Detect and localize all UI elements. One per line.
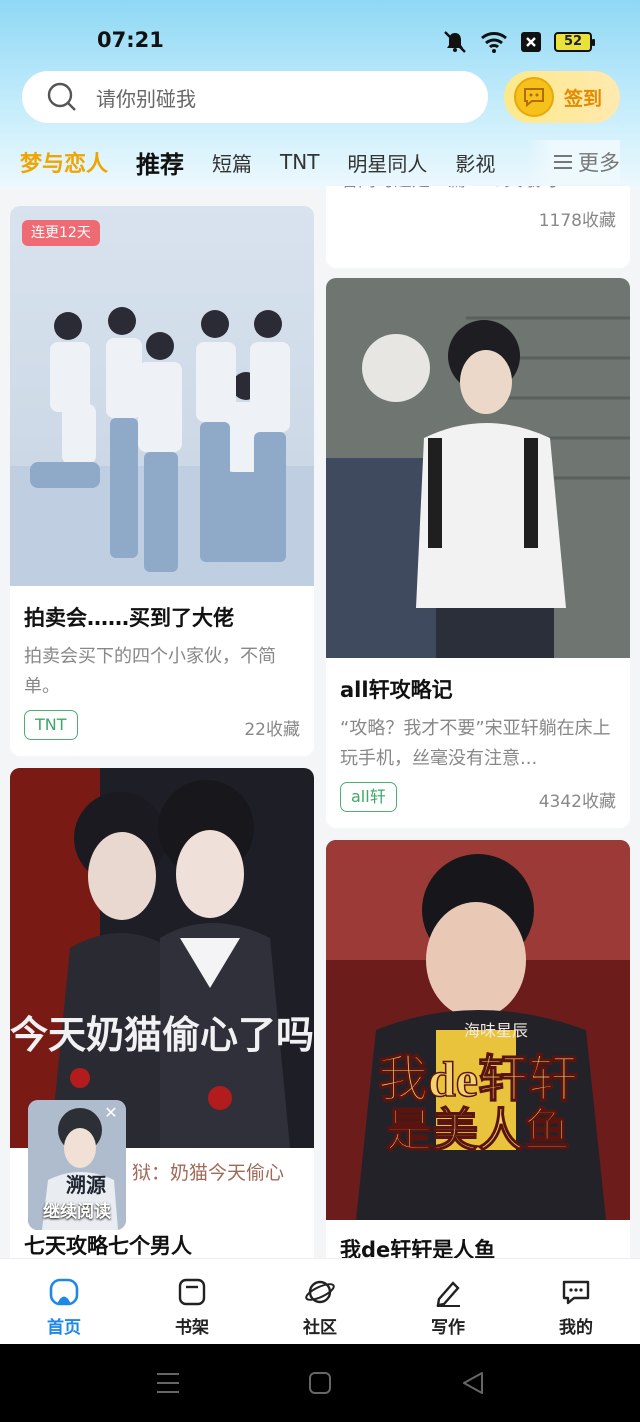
search-input[interactable]: 请你别碰我 xyxy=(22,71,488,123)
update-streak-badge: 连更12天 xyxy=(22,220,100,246)
nav-label: 社区 xyxy=(303,1318,337,1338)
continue-reading-label: 继续阅读 xyxy=(43,1202,111,1222)
cover-title-line-1: 我de轩轩 xyxy=(378,1051,578,1107)
tab-recommend[interactable]: 推荐 xyxy=(136,145,184,180)
nav-community[interactable]: 社区 xyxy=(256,1259,384,1344)
wifi-icon xyxy=(480,31,508,53)
checkin-button[interactable]: 签到 xyxy=(504,71,620,123)
nav-home[interactable]: 首页 xyxy=(0,1259,128,1344)
book-cover-image: 海味星辰 我de轩轩 是美人鱼 xyxy=(326,840,630,1220)
cover-title-text: 今天奶猫偷心了吗 xyxy=(10,1015,314,1057)
book-title: all轩攻略记 xyxy=(340,678,453,702)
bottom-navigation: 首页 书架 社区 写作 我的 xyxy=(0,1258,640,1344)
pen-icon xyxy=(436,1281,460,1307)
back-button[interactable] xyxy=(463,1372,483,1394)
book-subtitle: 狱：奶猫今天偷心 xyxy=(132,1162,285,1184)
search-placeholder: 请你别碰我 xyxy=(96,86,196,111)
tab-star-fanfic[interactable]: 明星同人 xyxy=(347,148,427,177)
nav-me[interactable]: 我的 xyxy=(512,1259,640,1344)
continue-reading-widget[interactable]: 溯源 ✕ 继续阅读 xyxy=(28,1100,126,1230)
tab-short[interactable]: 短篇 xyxy=(212,148,252,177)
status-bar: 07:21 52 xyxy=(0,22,640,62)
chat-coin-icon xyxy=(514,77,554,117)
battery-indicator: 52 xyxy=(554,32,595,52)
checkin-label: 签到 xyxy=(564,87,603,110)
nav-write[interactable]: 写作 xyxy=(384,1259,512,1344)
nav-bookshelf[interactable]: 书架 xyxy=(128,1259,256,1344)
search-icon xyxy=(47,82,76,111)
book-cover-image: 今天奶猫偷心了吗 xyxy=(10,768,314,1148)
nav-label: 写作 xyxy=(431,1318,465,1338)
book-desc: 拍卖会买下的四个小家伙，不简单。 xyxy=(24,646,276,697)
tab-brand[interactable]: 梦与恋人 xyxy=(20,146,108,178)
book-title: 七天攻略七个男人 xyxy=(24,1234,192,1258)
chat-icon xyxy=(562,1280,590,1305)
mute-icon xyxy=(442,30,468,54)
close-icon[interactable]: ✕ xyxy=(102,1104,120,1122)
cover-author-text: 海味星辰 xyxy=(464,1022,528,1040)
book-cover-image xyxy=(10,206,314,586)
book-cover-image xyxy=(326,278,630,658)
book-tag[interactable]: TNT xyxy=(24,710,78,740)
bookshelf-icon xyxy=(178,1278,206,1306)
book-title: 我de轩轩是人鱼 xyxy=(340,1238,496,1258)
more-tabs-button[interactable]: 更多 xyxy=(526,140,620,184)
collect-count: 1178收藏 xyxy=(538,211,616,231)
book-card[interactable]: all轩攻略记 “攻略？我才不要”宋亚轩躺在床上玩手机，丝毫没有注意... al… xyxy=(326,278,630,828)
book-card[interactable]: 海味星辰 我de轩轩 是美人鱼 我de轩轩是人鱼 xyxy=(326,840,630,1258)
book-title: 拍卖会……买到了大佬 xyxy=(24,606,234,630)
collect-count: 22收藏 xyxy=(244,720,300,740)
thumbnail-cover-text: 溯源 xyxy=(66,1173,106,1197)
book-tag[interactable]: all轩 xyxy=(340,782,397,812)
book-desc: 看同时这是一篇ABO文哦可... xyxy=(340,186,616,196)
home-button[interactable] xyxy=(309,1372,331,1394)
more-label: 更多 xyxy=(578,151,620,175)
home-icon xyxy=(49,1278,79,1306)
system-navigation-bar xyxy=(0,1344,640,1422)
book-feed: 看同时这是一篇ABO文哦可... 1178收藏 xyxy=(0,186,640,1258)
book-card-partial[interactable]: 看同时这是一篇ABO文哦可... 1178收藏 xyxy=(326,186,630,268)
menu-icon xyxy=(554,151,572,173)
recent-apps-button[interactable] xyxy=(156,1372,180,1394)
nav-label: 首页 xyxy=(47,1318,81,1338)
status-time: 07:21 xyxy=(97,28,164,52)
book-desc: “攻略？我才不要”宋亚轩躺在床上玩手机，丝毫没有注意... xyxy=(340,718,611,769)
cover-title-line-2: 是美人鱼 xyxy=(386,1105,570,1156)
tab-film[interactable]: 影视 xyxy=(455,148,495,177)
status-icons: 52 xyxy=(442,30,595,54)
nav-label: 我的 xyxy=(559,1318,593,1338)
planet-icon xyxy=(305,1280,335,1304)
tab-tnt[interactable]: TNT xyxy=(280,150,319,174)
collect-count: 4342收藏 xyxy=(538,792,616,812)
close-box-icon xyxy=(520,31,542,53)
nav-label: 书架 xyxy=(175,1318,209,1338)
book-card[interactable]: 连更12天 拍卖会……买到了大佬 拍卖会买下的四个小家伙，不简单。 TNT 22… xyxy=(10,206,314,756)
